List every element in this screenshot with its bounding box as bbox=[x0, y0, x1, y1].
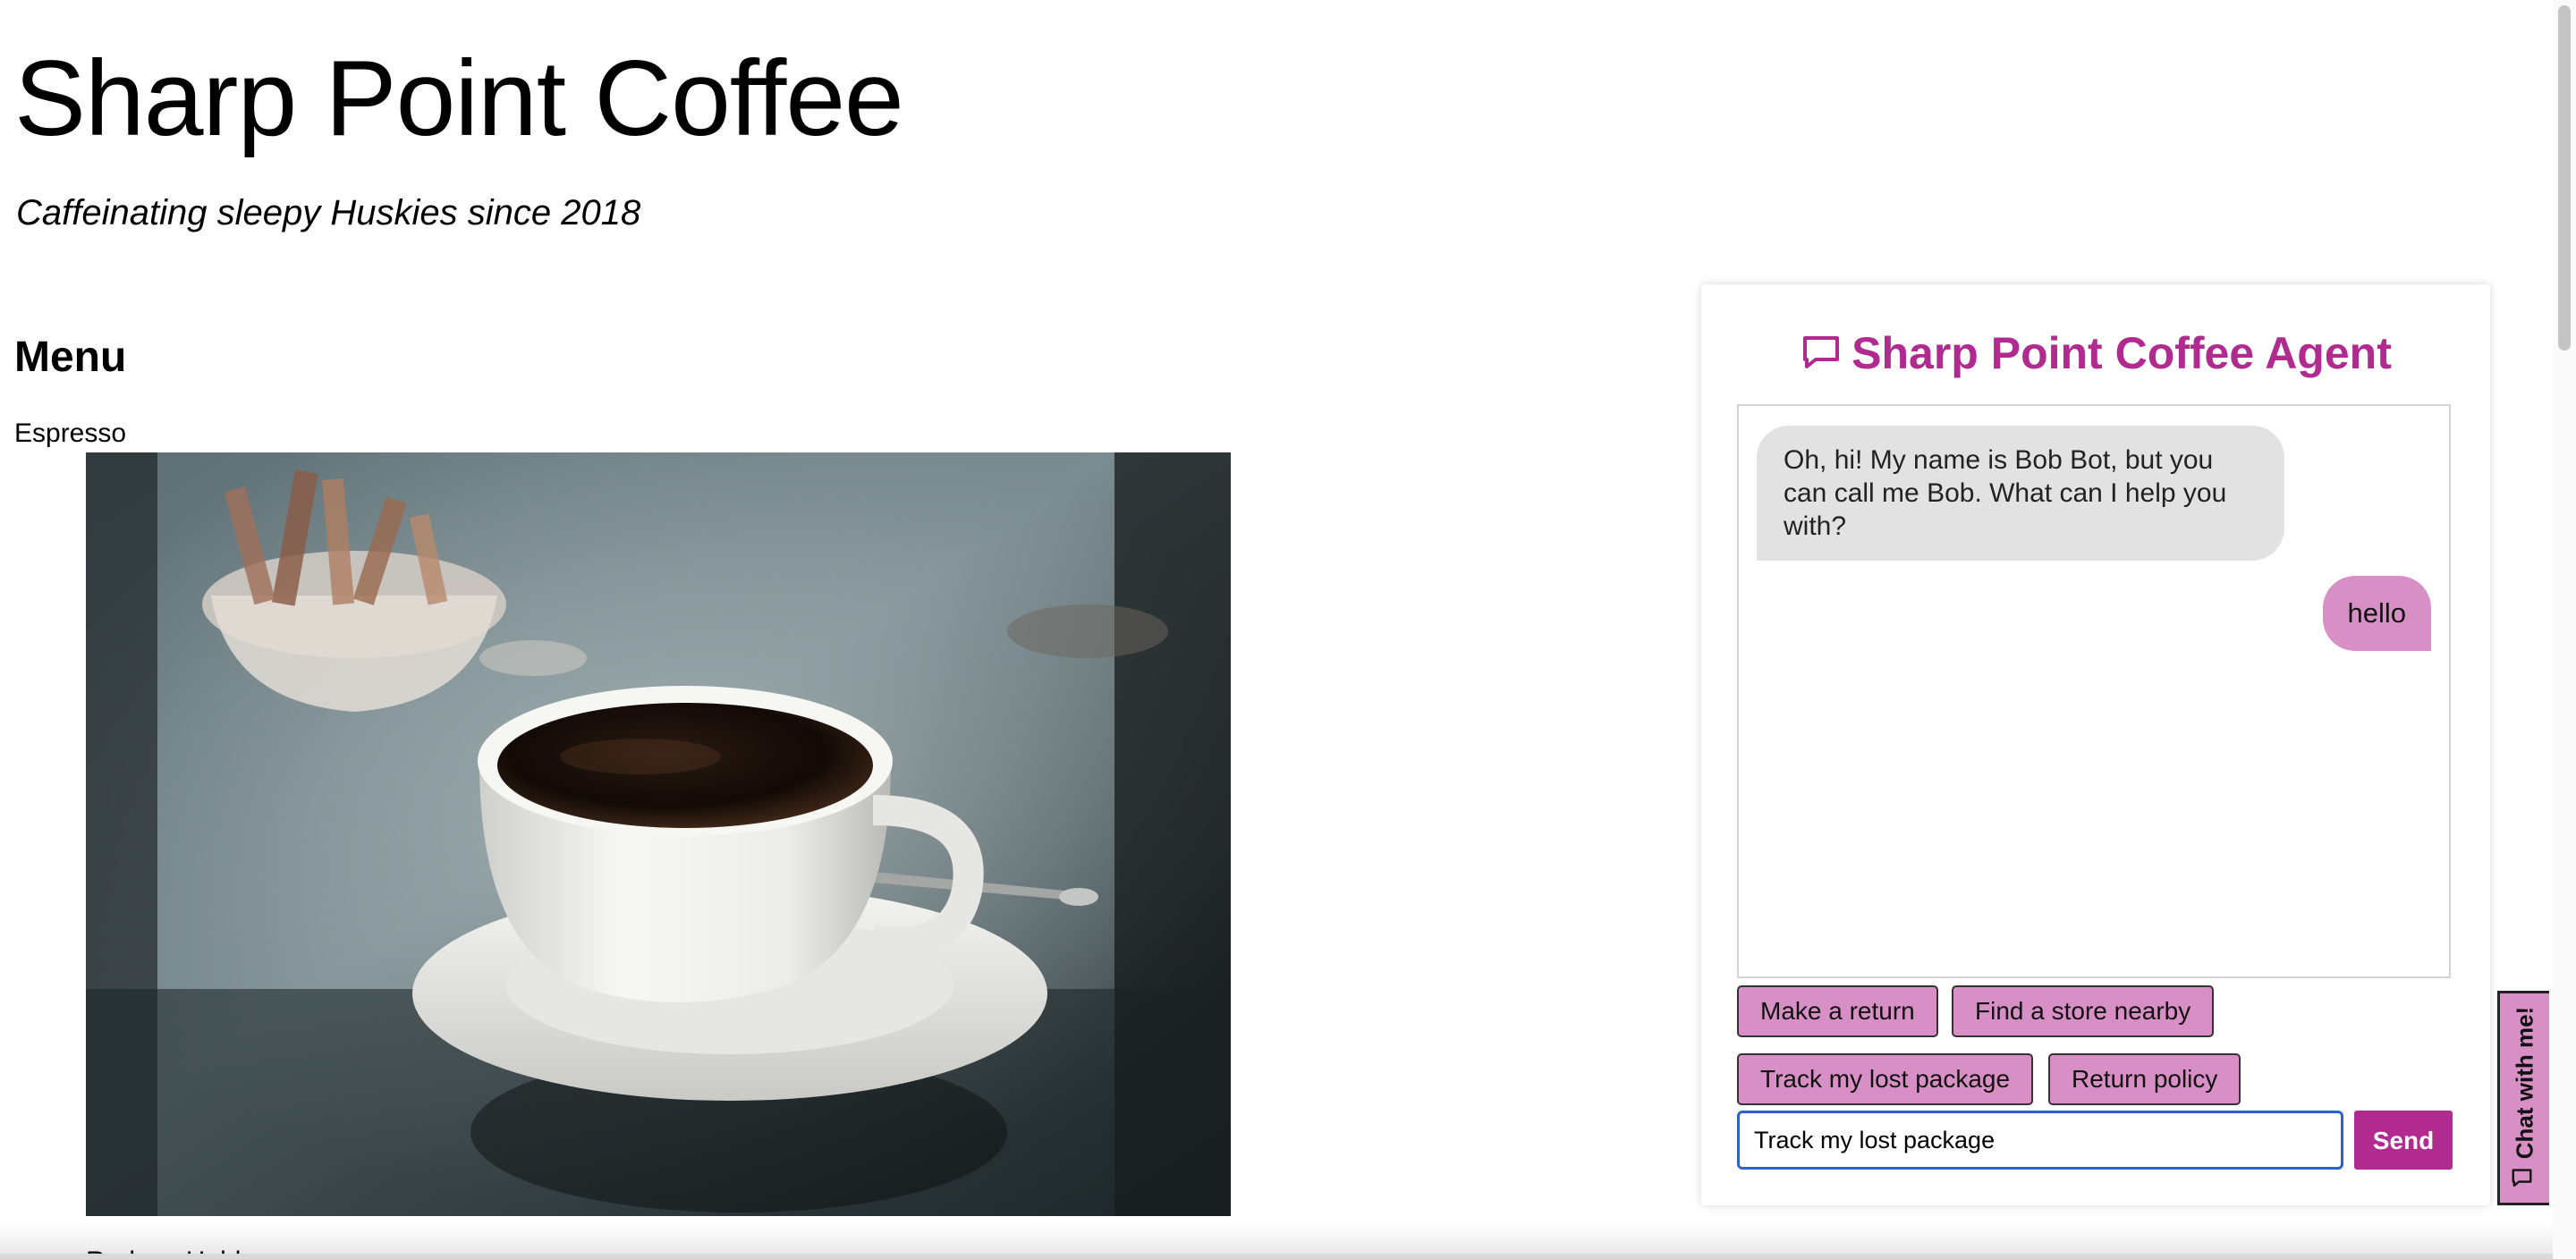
menu-heading: Menu bbox=[14, 334, 127, 381]
menu-item-name: Espresso bbox=[14, 418, 127, 448]
send-button[interactable]: Send bbox=[2354, 1111, 2453, 1170]
chat-header: Sharp Point Coffee Agent bbox=[1701, 327, 2490, 384]
chat-tab-content: Chat with me! bbox=[2510, 1007, 2539, 1189]
page: Sharp Point Coffee Caffeinating sleepy H… bbox=[0, 0, 2576, 1259]
chat-input[interactable] bbox=[1737, 1111, 2343, 1170]
speech-bubble-icon bbox=[2510, 1166, 2539, 1189]
chat-with-me-tab[interactable]: Chat with me! bbox=[2497, 991, 2549, 1205]
espresso-photo bbox=[86, 452, 1231, 1216]
speech-bubble-icon bbox=[1800, 331, 1843, 384]
user-message: hello bbox=[2322, 576, 2431, 651]
chat-title: Sharp Point Coffee Agent bbox=[1852, 328, 2392, 378]
quick-reply-make-a-return[interactable]: Make a return bbox=[1737, 985, 1938, 1037]
chat-messages[interactable]: Oh, hi! My name is Bob Bot, but you can … bbox=[1737, 404, 2451, 978]
quick-reply-find-store[interactable]: Find a store nearby bbox=[1952, 985, 2215, 1037]
bot-message: Oh, hi! My name is Bob Bot, but you can … bbox=[1757, 426, 2284, 561]
chat-tab-label: Chat with me! bbox=[2511, 1006, 2538, 1160]
quick-reply-track-package[interactable]: Track my lost package bbox=[1737, 1053, 2034, 1105]
site-tagline: Caffeinating sleepy Huskies since 2018 bbox=[16, 193, 641, 232]
quick-reply-return-policy[interactable]: Return policy bbox=[2048, 1053, 2241, 1105]
bottom-edge bbox=[0, 1254, 2576, 1259]
chat-panel: Sharp Point Coffee Agent Oh, hi! My name… bbox=[1701, 284, 2490, 1205]
scrollbar-thumb[interactable] bbox=[2558, 5, 2571, 351]
site-title: Sharp Point Coffee bbox=[14, 38, 904, 158]
